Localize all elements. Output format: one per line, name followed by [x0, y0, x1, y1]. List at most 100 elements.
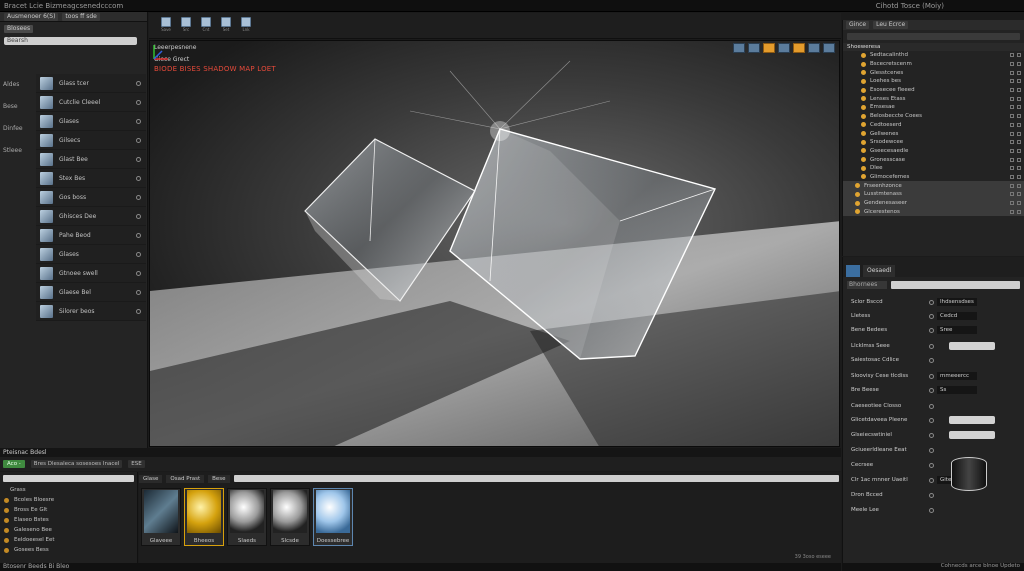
visibility-icon[interactable]: [1010, 96, 1014, 101]
reset-icon[interactable]: [929, 433, 934, 438]
outliner-row[interactable]: Frseenhzonce: [843, 181, 1024, 190]
asset-tile[interactable]: Doessebree: [313, 488, 353, 546]
angle-snap-icon[interactable]: [793, 43, 805, 53]
folder-item[interactable]: Bross Ee Glt: [0, 505, 137, 515]
outliner-row[interactable]: Loehes bes: [843, 77, 1024, 86]
outliner-row[interactable]: Cedtoeserd: [843, 121, 1024, 130]
path-segment[interactable]: Bese: [208, 474, 230, 483]
lock-icon[interactable]: [1017, 70, 1021, 75]
visibility-icon[interactable]: [136, 80, 141, 86]
grid-snap-icon[interactable]: [778, 43, 790, 53]
lock-icon[interactable]: [1017, 192, 1021, 197]
asset-tile[interactable]: Bheeos: [184, 488, 224, 546]
tab-details[interactable]: Oesaedl: [863, 265, 896, 277]
property-value[interactable]: mmeeercc: [937, 372, 977, 380]
reset-icon[interactable]: [929, 404, 934, 409]
reset-icon[interactable]: [929, 328, 934, 333]
property-value[interactable]: [949, 431, 995, 439]
outliner-row[interactable]: Srsodewcee: [843, 138, 1024, 147]
visibility-icon[interactable]: [136, 175, 141, 181]
visibility-icon[interactable]: [1010, 148, 1014, 153]
asset-list-item[interactable]: Ghisces Dee: [36, 207, 146, 226]
reset-icon[interactable]: [929, 463, 934, 468]
visibility-icon[interactable]: [136, 251, 141, 257]
visibility-icon[interactable]: [136, 99, 141, 105]
outliner-row[interactable]: Glcerestenos: [843, 207, 1024, 217]
asset-list-item[interactable]: Gos boss: [36, 188, 146, 207]
visibility-icon[interactable]: [1010, 131, 1014, 136]
reset-icon[interactable]: [929, 388, 934, 393]
outliner-row[interactable]: Sedtacalinthd: [843, 51, 1024, 60]
outliner-row[interactable]: Lusstmtenass: [843, 190, 1024, 199]
asset-tile[interactable]: Slaeds: [227, 488, 267, 546]
category-item[interactable]: Bese: [0, 96, 34, 118]
category-item[interactable]: Dinfee: [0, 118, 34, 140]
asset-list-item[interactable]: Glast Bee: [36, 150, 146, 169]
asset-list-item[interactable]: Stex Bes: [36, 169, 146, 188]
visibility-icon[interactable]: [136, 156, 141, 162]
lock-icon[interactable]: [1017, 62, 1021, 67]
asset-list-item[interactable]: Gtnoee swell: [36, 264, 146, 283]
reset-icon[interactable]: [929, 358, 934, 363]
toolbar-button[interactable]: Src: [179, 17, 193, 33]
folder-item[interactable]: Elaseo Bstes: [0, 515, 137, 525]
camera-speed-icon[interactable]: [808, 43, 820, 53]
translate-icon[interactable]: [733, 43, 745, 53]
scale-icon[interactable]: [763, 43, 775, 53]
lock-icon[interactable]: [1017, 140, 1021, 145]
outliner-search-input[interactable]: [847, 33, 1020, 40]
visibility-icon[interactable]: [136, 118, 141, 124]
visibility-icon[interactable]: [1010, 70, 1014, 75]
category-item[interactable]: Aldes: [0, 74, 34, 96]
property-value[interactable]: [949, 416, 995, 424]
lock-icon[interactable]: [1017, 122, 1021, 127]
category-item[interactable]: Stleee: [0, 140, 34, 162]
folder-item[interactable]: Bcoles Bloesre: [0, 495, 137, 505]
asset-list-item[interactable]: Silorer beos: [36, 302, 146, 321]
lock-icon[interactable]: [1017, 79, 1021, 84]
asset-list-item[interactable]: Gilsecs: [36, 131, 146, 150]
left-search-input[interactable]: Bearsh: [4, 37, 137, 45]
details-search-input[interactable]: [891, 280, 1020, 289]
reset-icon[interactable]: [929, 300, 934, 305]
toolbar-button[interactable]: Save: [159, 17, 173, 33]
property-value[interactable]: Ss: [937, 386, 977, 394]
outliner-row[interactable]: Lenses Etass: [843, 94, 1024, 103]
visibility-icon[interactable]: [1010, 192, 1014, 197]
asset-list-item[interactable]: Glases: [36, 112, 146, 131]
visibility-icon[interactable]: [136, 137, 141, 143]
folder-item[interactable]: Galeseno Bee: [0, 525, 137, 535]
visibility-icon[interactable]: [1010, 105, 1014, 110]
lock-icon[interactable]: [1017, 183, 1021, 188]
visibility-icon[interactable]: [136, 308, 141, 314]
outliner-row[interactable]: Gellwenes: [843, 129, 1024, 138]
lock-icon[interactable]: [1017, 157, 1021, 162]
property-value[interactable]: Sree: [937, 326, 977, 334]
outliner-row[interactable]: Gseecesaedle: [843, 147, 1024, 156]
asset-list-item[interactable]: Cutclie Cleeel: [36, 93, 146, 112]
add-new-button[interactable]: Aco -: [3, 460, 25, 468]
lock-icon[interactable]: [1017, 201, 1021, 206]
visibility-icon[interactable]: [1010, 157, 1014, 162]
reset-icon[interactable]: [929, 418, 934, 423]
toolbar-button[interactable]: Lnk: [239, 17, 253, 33]
lock-icon[interactable]: [1017, 114, 1021, 119]
path-segment[interactable]: Glase: [139, 474, 163, 483]
lock-icon[interactable]: [1017, 96, 1021, 101]
visibility-icon[interactable]: [1010, 166, 1014, 171]
asset-search-input[interactable]: [233, 475, 839, 482]
visibility-icon[interactable]: [1010, 88, 1014, 93]
visibility-icon[interactable]: [1010, 183, 1014, 188]
visibility-icon[interactable]: [1010, 79, 1014, 84]
save-all-button[interactable]: ESE: [128, 460, 145, 468]
folder-root[interactable]: Grass: [0, 485, 137, 495]
details-tab-icon[interactable]: [846, 265, 860, 277]
folder-item[interactable]: Gosees Bess: [0, 545, 137, 555]
visibility-icon[interactable]: [1010, 209, 1014, 214]
asset-tile[interactable]: Slcsde: [270, 488, 310, 546]
visibility-icon[interactable]: [136, 270, 141, 276]
outliner-row[interactable]: Gronesscase: [843, 155, 1024, 164]
outliner-row[interactable]: Glesstcenes: [843, 68, 1024, 77]
import-button[interactable]: Bres Dlesaleca sosesoes Inacel: [30, 460, 123, 468]
tab-outliner[interactable]: Gince: [846, 21, 870, 29]
